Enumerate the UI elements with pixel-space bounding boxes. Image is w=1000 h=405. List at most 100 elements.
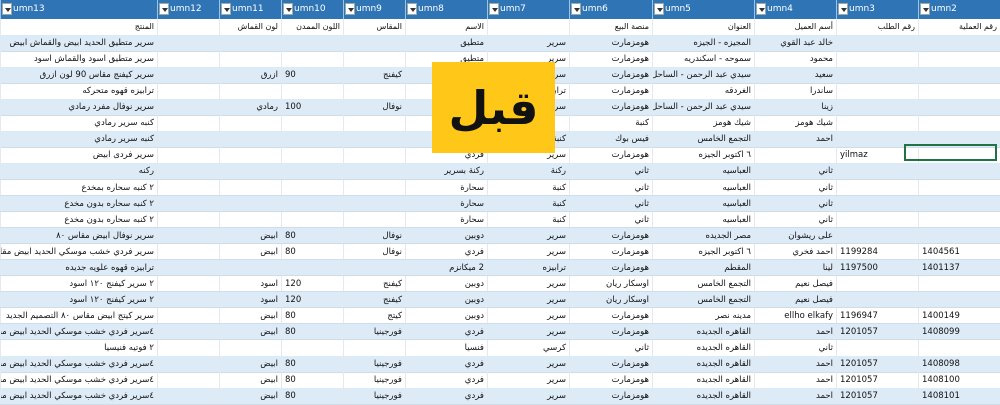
table-cell[interactable]: فردي — [405, 372, 487, 388]
table-cell[interactable] — [281, 340, 343, 356]
table-cell[interactable] — [281, 211, 343, 228]
table-cell[interactable] — [343, 131, 405, 147]
table-cell[interactable] — [836, 67, 918, 83]
table-cell[interactable]: دوبين — [405, 307, 487, 324]
table-cell[interactable]: 1400149 — [918, 307, 1000, 324]
table-cell[interactable] — [281, 51, 343, 67]
table-cell[interactable]: 2 ميكانزم — [405, 259, 487, 276]
table-cell[interactable]: دوبين — [405, 291, 487, 308]
table-cell[interactable]: كنبه سرير رمادي — [0, 115, 157, 131]
table-cell[interactable] — [219, 147, 281, 163]
table-cell[interactable]: سحارة — [405, 195, 487, 212]
table-cell[interactable]: سحارة — [405, 211, 487, 228]
table-cell[interactable] — [281, 163, 343, 179]
table-cell[interactable] — [836, 340, 918, 356]
table-cell[interactable]: احمد — [754, 372, 836, 388]
filter-dropdown-icon[interactable] — [654, 3, 664, 15]
table-cell[interactable]: الغردقه — [652, 83, 754, 99]
table-cell[interactable]: كنبه سرير رمادي — [0, 131, 157, 147]
table-cell[interactable]: اسود — [219, 291, 281, 308]
table-cell[interactable]: 100 — [281, 99, 343, 115]
table-cell[interactable]: كرسي — [487, 340, 569, 356]
filter-dropdown-icon[interactable] — [571, 3, 581, 15]
table-cell[interactable]: سعيد — [754, 67, 836, 83]
table-cell[interactable] — [281, 83, 343, 99]
table-cell[interactable] — [918, 195, 1000, 212]
table-cell[interactable]: ٤سرير فردي خشب موسكي الحديد ابيض مقاس ٨٠ — [0, 356, 157, 372]
table-cell[interactable] — [281, 115, 343, 131]
column-header[interactable]: umn2 — [918, 0, 1000, 19]
table-cell[interactable]: اسود — [219, 275, 281, 292]
table-cell[interactable] — [918, 179, 1000, 195]
table-cell[interactable]: سرير — [487, 323, 569, 340]
table-cell[interactable]: محمود — [754, 51, 836, 67]
column-header[interactable]: umn3 — [836, 0, 918, 19]
table-cell[interactable] — [157, 323, 219, 340]
table-cell[interactable] — [343, 147, 405, 163]
table-cell[interactable]: فورجينيا — [343, 356, 405, 372]
column-header[interactable]: umn12 — [157, 0, 219, 19]
table-cell[interactable]: كيفنج — [343, 291, 405, 308]
table-cell[interactable]: القاهره الجديده — [652, 323, 754, 340]
table-cell[interactable]: العباسيه — [652, 163, 754, 179]
table-cell[interactable] — [157, 147, 219, 163]
table-cell[interactable] — [281, 179, 343, 195]
column-header[interactable]: umn11 — [219, 0, 281, 19]
table-cell[interactable]: كيتج — [343, 307, 405, 324]
table-cell[interactable] — [343, 115, 405, 131]
table-cell[interactable]: احمد — [754, 323, 836, 340]
table-cell[interactable]: ترابيزه قهوه متحركه — [0, 83, 157, 99]
table-cell[interactable]: هومزمارت — [569, 307, 652, 324]
table-cell[interactable] — [836, 227, 918, 244]
table-cell[interactable]: ركنة — [487, 163, 569, 179]
table-cell[interactable]: احمد — [754, 388, 836, 404]
filter-dropdown-icon[interactable] — [159, 3, 169, 15]
table-cell[interactable]: ساندرا — [754, 83, 836, 99]
table-cell[interactable]: فورجينيا — [343, 388, 405, 404]
table-cell[interactable]: ٤سرير فردي خشب موسكي الحديد ابيض مقاس ٨٠ — [0, 323, 157, 340]
table-cell[interactable]: سرير — [487, 356, 569, 372]
table-cell[interactable]: القاهره الجديده — [652, 388, 754, 404]
table-cell[interactable]: ركنه — [0, 163, 157, 179]
table-cell[interactable] — [343, 163, 405, 179]
table-cell[interactable]: 1201057 — [836, 388, 918, 404]
table-cell[interactable]: سيدي عبد الرحمن - الساحل الشمالي — [652, 67, 754, 83]
table-cell[interactable]: فنسيا — [405, 340, 487, 356]
table-cell[interactable]: ثاني — [569, 179, 652, 195]
table-cell[interactable] — [157, 259, 219, 276]
table-cell[interactable]: سرير نوفال مفرد رمادي — [0, 99, 157, 115]
table-cell[interactable] — [836, 163, 918, 179]
table-cell[interactable]: ركنة بسرير — [405, 163, 487, 179]
table-cell[interactable]: سيدي عبد الرحمن - الساحل الشمالي — [652, 99, 754, 115]
table-cell[interactable] — [157, 67, 219, 83]
table-cell[interactable] — [219, 115, 281, 131]
table-cell[interactable]: 1408100 — [918, 372, 1000, 388]
table-cell[interactable]: ترابيزه — [487, 259, 569, 276]
table-cell[interactable] — [343, 211, 405, 228]
table-cell[interactable] — [157, 211, 219, 228]
table-cell[interactable] — [836, 115, 918, 131]
table-cell[interactable]: ابيض — [219, 307, 281, 324]
table-cell[interactable]: فردي — [405, 243, 487, 260]
table-cell[interactable] — [281, 147, 343, 163]
table-cell[interactable] — [343, 35, 405, 51]
table-cell[interactable]: المقطم — [652, 259, 754, 276]
table-cell[interactable]: رمادي — [219, 99, 281, 115]
filter-dropdown-icon[interactable] — [221, 3, 231, 15]
table-cell[interactable]: اوسكار ريان — [569, 275, 652, 292]
filter-dropdown-icon[interactable] — [407, 3, 417, 15]
table-cell[interactable]: اللون الممدن — [281, 19, 343, 35]
table-cell[interactable]: 80 — [281, 307, 343, 324]
table-cell[interactable]: ابيض — [219, 227, 281, 244]
table-cell[interactable]: ثاني — [569, 163, 652, 179]
table-cell[interactable]: لون القماش — [219, 19, 281, 35]
table-cell[interactable] — [918, 227, 1000, 244]
table-cell[interactable]: ابيض — [219, 323, 281, 340]
table-cell[interactable] — [157, 291, 219, 308]
table-cell[interactable]: سموحه - اسكندريه — [652, 51, 754, 67]
table-cell[interactable] — [219, 83, 281, 99]
table-cell[interactable] — [157, 163, 219, 179]
table-cell[interactable]: 80 — [281, 356, 343, 372]
table-cell[interactable] — [281, 131, 343, 147]
table-cell[interactable]: متطيق — [405, 35, 487, 51]
